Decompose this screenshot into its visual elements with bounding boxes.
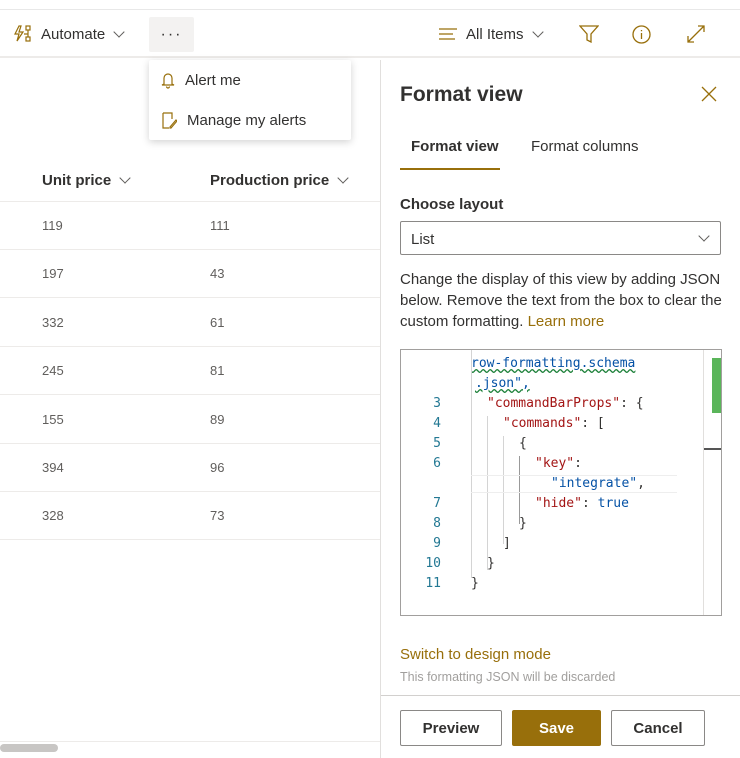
- cancel-button[interactable]: Cancel: [611, 710, 705, 746]
- production-price-cell: 96: [210, 460, 225, 475]
- table-row[interactable]: 197 43: [0, 250, 380, 299]
- unit-price-cell: 155: [42, 411, 64, 427]
- column-label: Production price: [210, 171, 330, 189]
- menu-item-manage-alerts[interactable]: Manage my alerts: [149, 100, 351, 140]
- production-price-cell: 81: [210, 363, 225, 379]
- unit-price-cell: 332: [42, 314, 64, 330]
- line-number: 5: [433, 436, 441, 451]
- expand-icon: [687, 25, 705, 43]
- preview-button[interactable]: Preview: [400, 710, 502, 746]
- menu-item-alert-me[interactable]: Alert me: [149, 60, 351, 100]
- code-line: ]: [503, 536, 511, 551]
- unit-price-cell: 245: [42, 363, 64, 379]
- more-menu: Alert me Manage my alerts: [149, 60, 351, 140]
- more-button[interactable]: ···: [149, 17, 194, 52]
- production-price-cell: 61: [210, 314, 225, 330]
- view-label: All Items: [466, 25, 524, 43]
- tab-format-columns[interactable]: Format columns: [531, 138, 639, 155]
- filter-icon: [579, 25, 599, 43]
- code-line: {: [519, 436, 527, 451]
- production-price-cell: 111: [210, 218, 230, 233]
- table-row[interactable]: 155 89: [0, 396, 380, 444]
- line-number: 10: [425, 556, 441, 571]
- code-line: "key":: [535, 456, 582, 471]
- chevron-down-icon: [337, 171, 349, 184]
- layout-label: Choose layout: [400, 196, 504, 213]
- line-number: 7: [433, 496, 441, 511]
- line-number: 9: [433, 536, 441, 551]
- info-icon: [632, 24, 651, 44]
- scrollbar-track: [0, 741, 380, 742]
- table-row[interactable]: 328 73: [0, 492, 380, 541]
- json-editor[interactable]: row-formatting.schema .json", 3 4 5 6 7 8 9 10 1…: [400, 349, 722, 616]
- discard-note: This formatting JSON will be discarded: [400, 670, 616, 684]
- layout-value: List: [411, 231, 435, 248]
- unit-price-cell: 394: [42, 460, 64, 475]
- active-tab-indicator: [400, 168, 500, 170]
- table-row[interactable]: 332 61: [0, 299, 380, 347]
- line-number: 4: [433, 416, 441, 431]
- switch-design-mode-link[interactable]: Switch to design mode: [400, 646, 551, 663]
- manage-alerts-icon: [162, 112, 177, 129]
- info-button[interactable]: [632, 10, 651, 58]
- description: Change the display of this view by addin…: [400, 269, 725, 332]
- close-icon[interactable]: [699, 84, 719, 104]
- code-line: .json",: [475, 376, 530, 391]
- menu-item-label: Alert me: [185, 71, 241, 89]
- line-number: 3: [433, 396, 441, 411]
- save-button[interactable]: Save: [512, 710, 601, 746]
- chevron-down-icon: [113, 25, 125, 38]
- production-price-cell: 89: [210, 411, 225, 427]
- layout-dropdown[interactable]: List: [400, 221, 721, 255]
- learn-more-link[interactable]: Learn more: [528, 313, 605, 330]
- automate-label: Automate: [41, 25, 106, 43]
- code-line: "integrate",: [551, 476, 645, 491]
- code-line: "hide": true: [535, 496, 629, 511]
- scroll-position-indicator: [712, 358, 721, 413]
- code-line: "commands": [: [503, 416, 605, 431]
- column-header-production-price[interactable]: Production price: [210, 168, 349, 192]
- table-row[interactable]: 245 81: [0, 347, 380, 396]
- code-line: "commandBarProps": {: [487, 396, 644, 411]
- code-line: }: [487, 556, 495, 571]
- list-icon: [439, 28, 457, 40]
- line-number: 6: [433, 456, 441, 471]
- command-bar: Automate ··· All Items: [0, 10, 740, 58]
- automate-icon: [14, 25, 31, 42]
- view-selector[interactable]: All Items: [438, 10, 544, 58]
- panel-title: Format view: [400, 83, 523, 106]
- filter-button[interactable]: [579, 10, 599, 58]
- column-label: Unit price: [42, 171, 112, 189]
- unit-price-cell: 197: [42, 266, 64, 282]
- editor-scrollbar[interactable]: [703, 350, 704, 615]
- horizontal-scrollbar[interactable]: [0, 744, 58, 752]
- code-line: }: [519, 516, 527, 531]
- production-price-cell: 43: [210, 266, 225, 282]
- line-number: 8: [433, 516, 441, 531]
- tab-format-view[interactable]: Format view: [411, 138, 499, 155]
- production-price-cell: 73: [210, 508, 225, 524]
- column-header-unit-price[interactable]: Unit price: [42, 168, 131, 192]
- format-view-panel: Format view Format view Format columns C…: [380, 60, 740, 758]
- code-line: row-formatting.schema: [471, 356, 636, 371]
- footer-divider: [381, 695, 740, 696]
- unit-price-cell: 119: [42, 218, 63, 233]
- unit-price-cell: 328: [42, 508, 64, 524]
- chevron-down-icon: [698, 230, 710, 242]
- table-row[interactable]: 394 96: [0, 444, 380, 492]
- menu-item-label: Manage my alerts: [187, 111, 307, 129]
- fullscreen-button[interactable]: [687, 10, 705, 58]
- chevron-down-icon: [531, 25, 544, 38]
- code-line: }: [471, 576, 479, 591]
- bell-icon: [161, 73, 175, 89]
- table-row[interactable]: 119 111: [0, 202, 380, 250]
- line-number: 11: [425, 576, 441, 591]
- automate-button[interactable]: Automate: [13, 10, 125, 58]
- chevron-down-icon: [119, 171, 131, 184]
